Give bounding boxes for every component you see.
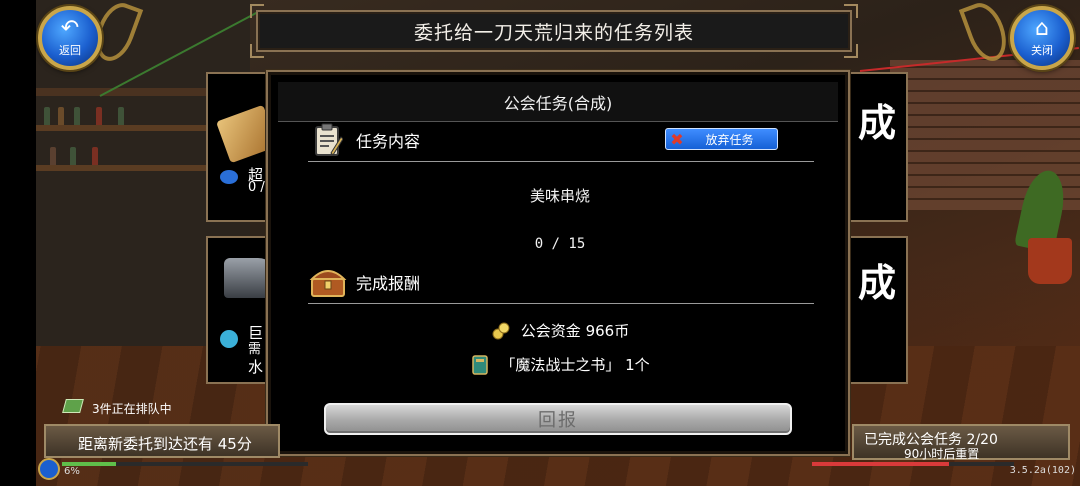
card-desc-fragment: 水	[248, 358, 264, 376]
treasure-chest-icon	[308, 263, 348, 301]
reward-section: 完成报酬	[308, 260, 814, 304]
queue-ticket-icon	[62, 399, 84, 413]
plant-pot	[1028, 238, 1072, 284]
bottle	[70, 147, 76, 165]
frame-corner	[250, 4, 264, 18]
report-button[interactable]: 回报	[324, 403, 792, 435]
back-button-label: 返回	[59, 44, 81, 57]
close-button[interactable]: ⌂ 关闭	[1010, 6, 1074, 70]
progress-fill	[812, 462, 950, 466]
book-icon	[470, 354, 490, 375]
return-arrow-icon: ↶	[60, 16, 80, 41]
bottle	[92, 147, 98, 165]
reward-item: 「魔法战士之书」 1个	[268, 354, 852, 375]
frame-corner	[250, 44, 264, 58]
version-label: 3.5.2a(102)	[1009, 465, 1076, 476]
frame-corner	[844, 4, 858, 18]
reward-item-label: 「魔法战士之书」 1个	[500, 356, 650, 374]
bottle-shelf	[36, 125, 206, 131]
bottle	[44, 107, 50, 125]
next-commission-text: 距离新委托到达还有 45分	[78, 435, 252, 453]
coin-icon	[491, 321, 511, 341]
card-progress-fragment: 0 /	[248, 180, 265, 195]
reward-label: 完成报酬	[356, 273, 421, 293]
screen-edge	[0, 0, 36, 486]
progress-percent: 6%	[64, 466, 80, 477]
dialog-header: 公会任务(合成)	[278, 82, 838, 122]
bottle	[58, 107, 64, 125]
task-content-label: 任务内容	[356, 131, 421, 151]
back-button[interactable]: ↶ 返回	[38, 6, 102, 70]
frame-corner	[844, 44, 858, 58]
craft-type-icon	[220, 330, 238, 348]
card-type-label: 成	[858, 261, 897, 305]
close-button-label: 关闭	[1031, 44, 1053, 57]
character-level-icon	[38, 458, 60, 480]
page-title: 委托给一刀天荒归来的任务列表	[413, 21, 694, 44]
guild-task-dialog: 公会任务(合成) 任务内容 ✖ 放弃任务 美味串烧 0 / 15 完成报酬 公会…	[266, 70, 850, 456]
home-icon: ⌂	[1035, 16, 1049, 41]
dialog-title: 公会任务(合成)	[503, 93, 613, 113]
bottle	[50, 147, 56, 165]
report-button-label: 回报	[538, 410, 578, 431]
page-title-bar: 委托给一刀天荒归来的任务列表	[250, 4, 858, 58]
abandon-task-label: 放弃任务	[705, 132, 754, 147]
bottle	[74, 107, 80, 125]
abandon-task-button[interactable]: ✖ 放弃任务	[665, 128, 778, 150]
bottle	[118, 107, 124, 125]
reward-item: 公会资金 966币	[268, 320, 852, 341]
bottle-shelf	[36, 165, 206, 171]
right-progress-bar	[812, 462, 1014, 466]
task-item-name: 美味串烧	[529, 187, 590, 205]
bottle	[96, 107, 102, 125]
card-desc-fragment: 需	[248, 342, 262, 357]
queue-status: 3件正在排队中	[92, 402, 172, 416]
close-x-icon: ✖	[670, 129, 684, 149]
next-commission-panel: 距离新委托到达还有 45分	[44, 424, 280, 458]
reset-timer-text: 90小时后重置	[904, 447, 980, 461]
card-type-label: 成	[858, 101, 897, 145]
guild-task-summary-panel: 已完成公会任务 2/20 90小时后重置	[852, 424, 1070, 461]
reward-funds-label: 公会资金 966币	[520, 322, 630, 340]
clipboard-icon	[308, 121, 348, 159]
task-progress: 0 / 15	[534, 236, 586, 252]
left-progress-bar	[62, 462, 308, 466]
craft-type-icon	[220, 170, 238, 184]
